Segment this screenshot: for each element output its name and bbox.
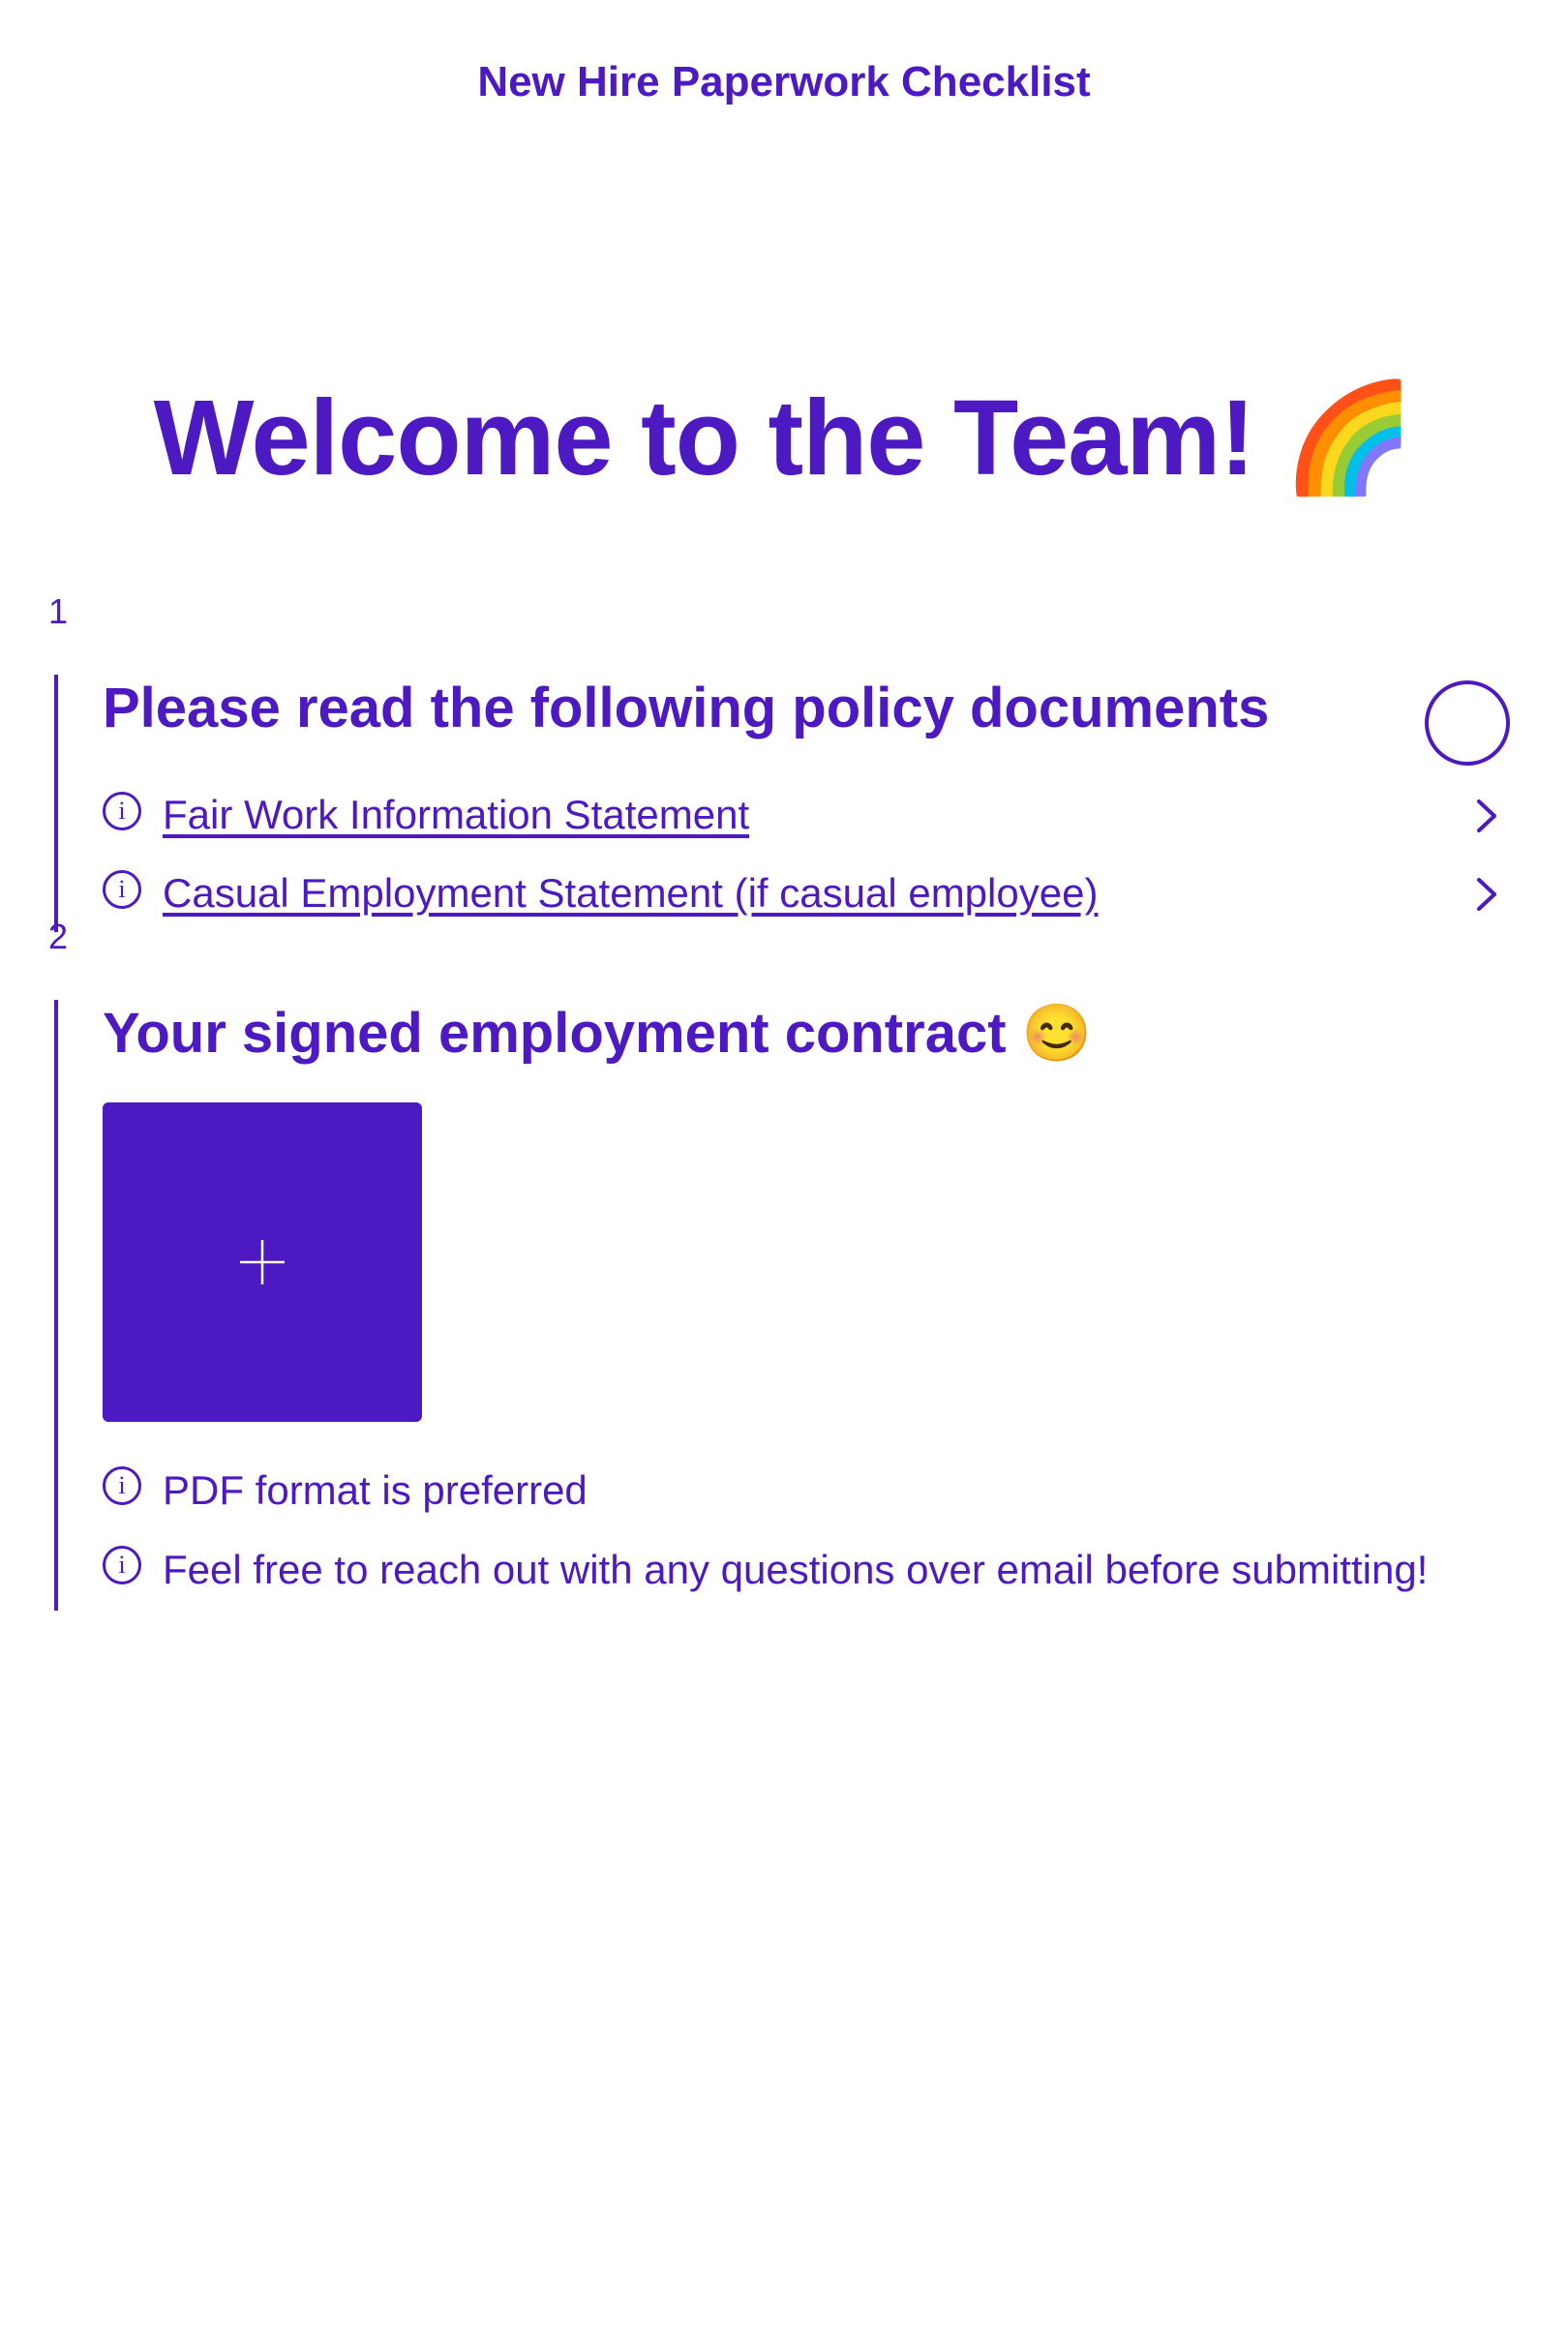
hint-row-1: PDF format is preferred (103, 1451, 1520, 1531)
chevron-right-icon (1475, 876, 1500, 913)
info-icon (103, 1546, 141, 1584)
info-icon (103, 1466, 141, 1505)
section-2: 2 Your signed employment contract 😊 PDF … (48, 1000, 1520, 1611)
section-1-checkbox[interactable] (1425, 680, 1510, 766)
section-2-title: Your signed employment contract 😊 (103, 1000, 1520, 1068)
policy-link-2[interactable]: Casual Employment Statement (if casual e… (163, 868, 1454, 920)
section-number-1: 1 (48, 591, 68, 632)
page-container: New Hire Paperwork Checklist Welcome to … (0, 0, 1568, 1794)
header-title: New Hire Paperwork Checklist (48, 58, 1520, 106)
plus-icon (234, 1234, 290, 1290)
policy-link-1[interactable]: Fair Work Information Statement (163, 790, 1454, 841)
hint-1: PDF format is preferred (163, 1464, 1520, 1518)
hint-row-2: Feel free to reach out with any question… (103, 1530, 1520, 1611)
hint-2: Feel free to reach out with any question… (163, 1544, 1520, 1597)
policy-link-row-1[interactable]: Fair Work Information Statement (103, 776, 1520, 855)
chevron-right-icon (1475, 798, 1500, 834)
section-1-header-row: Please read the following policy documen… (103, 675, 1520, 777)
info-icon (103, 792, 141, 830)
section-number-2: 2 (48, 917, 68, 957)
policy-link-row-2[interactable]: Casual Employment Statement (if casual e… (103, 855, 1520, 933)
section-1-body: Please read the following policy documen… (54, 675, 1520, 933)
upload-button[interactable] (103, 1102, 422, 1422)
info-icon (103, 870, 141, 909)
welcome-heading: Welcome to the Team! 🌈 (106, 377, 1462, 500)
section-1-title: Please read the following policy documen… (103, 675, 1386, 742)
section-1: 1 Please read the following policy docum… (48, 675, 1520, 933)
section-2-body: Your signed employment contract 😊 PDF fo… (54, 1000, 1520, 1611)
